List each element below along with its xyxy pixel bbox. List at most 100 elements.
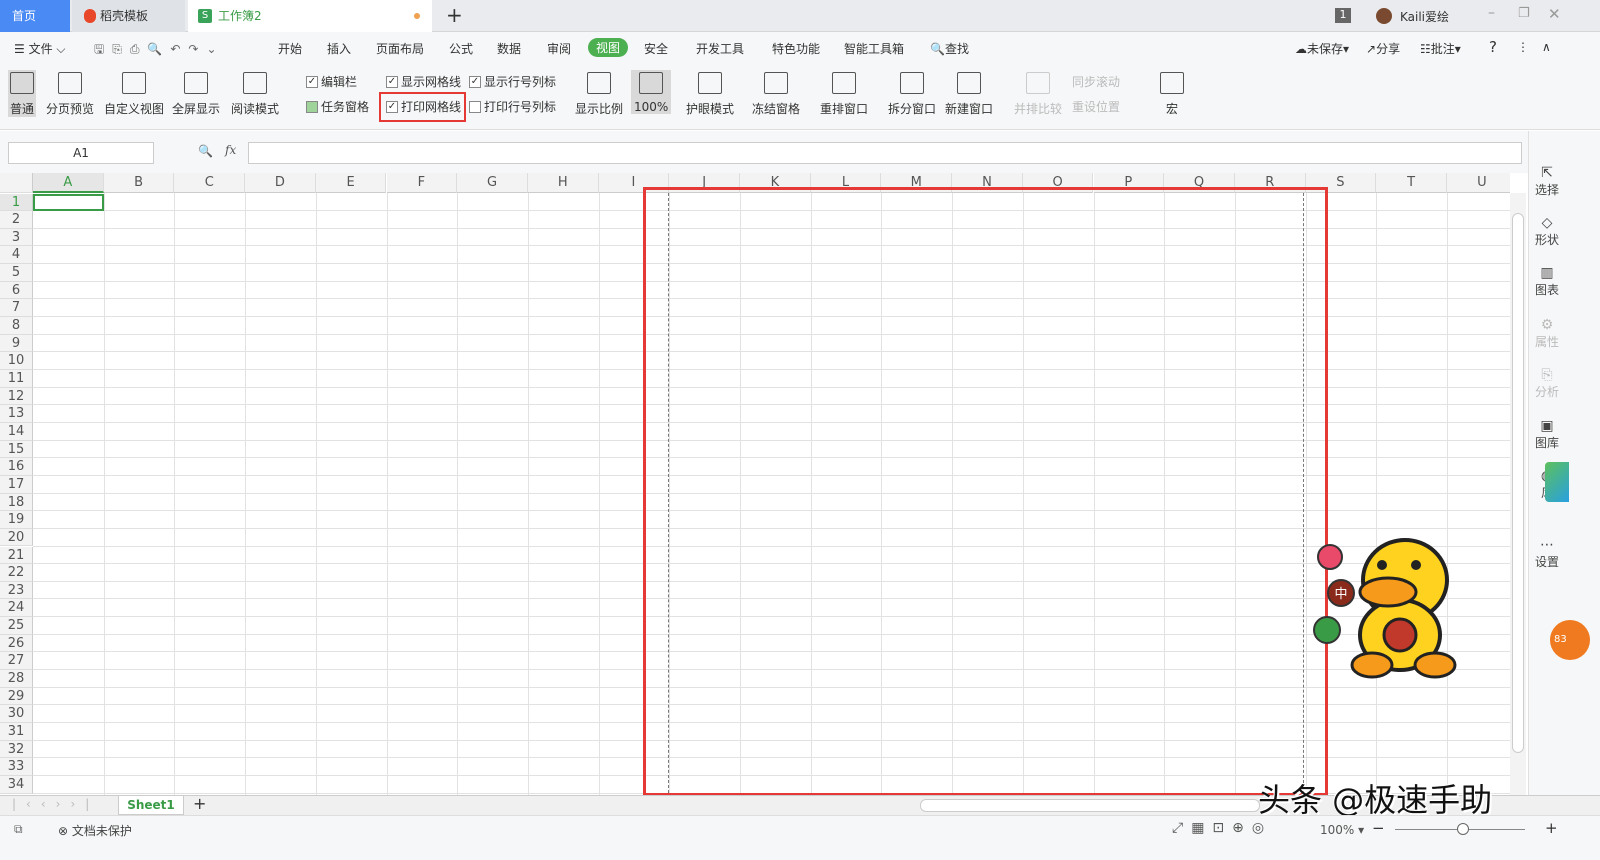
unsaved-button[interactable]: ☁未保存▾ [1295, 40, 1349, 57]
floating-app-icon[interactable] [1545, 462, 1569, 502]
mascot-badge[interactable] [1317, 544, 1343, 570]
menu-item-3[interactable]: 公式 [449, 40, 473, 57]
checkbox-icon[interactable] [306, 100, 318, 113]
ribbon-small-0[interactable]: 同步滚动 [1072, 73, 1120, 90]
selected-cell[interactable] [33, 193, 104, 212]
zoom-level[interactable]: 100% ▾ [1320, 823, 1364, 837]
row-header[interactable]: 12 [0, 387, 33, 406]
checkbox-icon[interactable] [469, 100, 481, 113]
ribbon-button-1[interactable]: 100% [631, 70, 672, 114]
view-button-1[interactable]: 分页预览 [46, 70, 94, 117]
formula-input[interactable] [248, 142, 1522, 164]
menu-item-9[interactable]: 特色功能 [772, 40, 820, 57]
row-header[interactable]: 27 [0, 652, 33, 671]
checkbox-0[interactable]: ✓ 编辑栏 [306, 73, 357, 90]
add-sheet-button[interactable]: + [193, 794, 206, 813]
row-header[interactable]: 14 [0, 422, 33, 441]
view-button-4[interactable]: 阅读模式 [231, 70, 279, 117]
zoom-slider-thumb[interactable] [1457, 823, 1469, 835]
row-header[interactable]: 9 [0, 334, 33, 353]
checkbox-2[interactable]: ✓ 显示网格线 [386, 73, 461, 90]
menu-item-2[interactable]: 页面布局 [376, 40, 424, 57]
checkbox-1[interactable]: 任务窗格 [306, 98, 369, 115]
sidebar-2[interactable]: ▥ 图表 [1530, 265, 1564, 298]
row-header[interactable]: 13 [0, 405, 33, 423]
row-header[interactable]: 34 [0, 775, 33, 794]
zoom-out-button[interactable]: − [1372, 819, 1385, 837]
menu-item-1[interactable]: 插入 [327, 40, 351, 57]
zoom-formula-icon[interactable]: 🔍 [198, 144, 213, 158]
column-header[interactable]: T [1376, 173, 1447, 193]
menu-item-5[interactable]: 审阅 [547, 40, 571, 57]
checkbox-icon[interactable]: ✓ [306, 75, 318, 88]
fx-icon[interactable]: fx [225, 143, 236, 157]
checkbox-icon[interactable]: ✓ [386, 75, 398, 88]
new-tab-button[interactable]: + [446, 3, 463, 27]
view-button-0[interactable]: 普通 [8, 70, 37, 117]
horizontal-scrollbar[interactable] [920, 799, 1260, 812]
sidebar-5[interactable]: ▣ 图库 [1530, 418, 1564, 451]
row-header[interactable]: 21 [0, 546, 33, 565]
sheet-nav-arrows[interactable]: |‹‹››| [12, 797, 99, 811]
menu-item-0[interactable]: 开始 [278, 40, 302, 57]
menu-item-6[interactable]: 视图 [588, 38, 629, 57]
menu-item-7[interactable]: 安全 [644, 40, 668, 57]
row-header[interactable]: 2 [0, 211, 33, 229]
ribbon-button-6[interactable]: 新建窗口 [945, 70, 993, 117]
collapse-ribbon-icon[interactable]: ∧ [1542, 40, 1551, 54]
help-icon[interactable]: ? [1489, 38, 1497, 56]
ribbon-button-8[interactable]: 宏 [1160, 70, 1184, 117]
row-header[interactable]: 15 [0, 440, 33, 459]
sidebar-0[interactable]: ⇱ 选择 [1530, 165, 1564, 198]
row-header[interactable]: 10 [0, 352, 33, 370]
scrollbar-thumb[interactable] [1512, 213, 1524, 753]
column-header[interactable]: E [315, 173, 387, 193]
row-header[interactable]: 28 [0, 670, 33, 688]
row-header[interactable]: 8 [0, 317, 33, 335]
protection-status[interactable]: ⊗ 文档未保护 [58, 822, 132, 839]
row-header[interactable]: 24 [0, 599, 33, 618]
select-all[interactable] [0, 173, 33, 193]
row-header[interactable]: 20 [0, 528, 33, 547]
duck-mascot[interactable]: 中 [1310, 520, 1470, 690]
tab-workbook[interactable]: S 工作簿2 [188, 0, 432, 32]
row-header[interactable]: 5 [0, 264, 33, 282]
row-header[interactable]: 4 [0, 246, 33, 265]
row-header[interactable]: 11 [0, 370, 33, 388]
minimize-button[interactable]: – [1488, 5, 1495, 21]
view-button-2[interactable]: 自定义视图 [104, 70, 164, 117]
checkbox-icon[interactable]: ✓ [469, 75, 481, 88]
ribbon-button-0[interactable]: 显示比例 [575, 70, 623, 117]
close-button[interactable]: ✕ [1548, 5, 1561, 23]
column-header[interactable]: H [527, 173, 599, 193]
vertical-scrollbar[interactable] [1510, 193, 1526, 795]
row-header[interactable]: 1 [0, 193, 33, 212]
view-button-3[interactable]: 全屏显示 [172, 70, 220, 117]
checkbox-5[interactable]: 打印行号列标 [469, 98, 556, 115]
row-header[interactable]: 26 [0, 634, 33, 653]
ribbon-button-4[interactable]: 重排窗口 [820, 70, 868, 117]
row-header[interactable]: 18 [0, 493, 33, 512]
menu-item-4[interactable]: 数据 [497, 40, 521, 57]
user-name[interactable]: Kaili爱绘 [1400, 8, 1449, 25]
ribbon-button-7[interactable]: 并排比较 [1014, 70, 1062, 117]
view-switch-icon[interactable]: ⧉ [14, 822, 23, 837]
menu-item-8[interactable]: 开发工具 [696, 40, 744, 57]
column-header[interactable]: D [245, 173, 316, 193]
name-box[interactable]: A1 [8, 142, 154, 164]
sidebar-7[interactable]: ⋯ 设置 [1530, 537, 1564, 570]
more-icon[interactable]: ⋮ [1517, 40, 1529, 54]
row-header[interactable]: 25 [0, 617, 33, 635]
row-header[interactable]: 3 [0, 228, 33, 247]
row-header[interactable]: 7 [0, 299, 33, 318]
floating-ball[interactable]: 83 [1550, 620, 1590, 660]
checkbox-4[interactable]: ✓ 显示行号列标 [469, 73, 556, 90]
sidebar-3[interactable]: ⚙ 属性 [1530, 317, 1564, 350]
share-button[interactable]: ↗分享 [1366, 40, 1400, 57]
zoom-slider[interactable] [1395, 823, 1525, 835]
column-header[interactable]: U [1447, 173, 1510, 193]
zoom-in-button[interactable]: + [1545, 819, 1558, 837]
column-header[interactable]: F [386, 173, 458, 193]
notification-badge[interactable]: 1 [1335, 8, 1351, 23]
row-header[interactable]: 23 [0, 581, 33, 600]
